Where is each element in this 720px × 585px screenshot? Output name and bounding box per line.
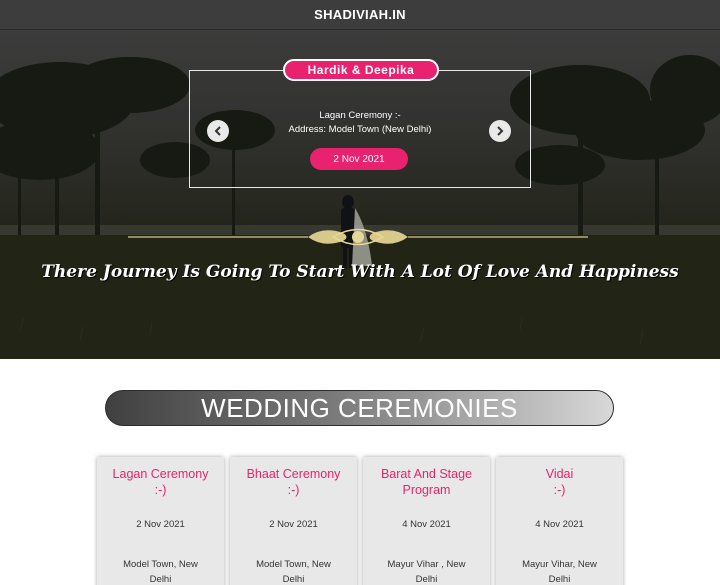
section-heading: WEDDING CEREMONIES [105,390,614,426]
ceremony-title: Vidai:-) [545,467,574,497]
ceremony-place: Model Town, New Delhi [123,559,198,585]
slide-date-button[interactable]: 2 Nov 2021 [310,148,408,170]
ceremony-date: 2 Nov 2021 [269,519,318,530]
slide-address: Address: Model Town (New Delhi) [288,124,432,135]
slider-prev-button[interactable] [207,120,229,142]
ceremony-card[interactable]: Vidai:-) 4 Nov 2021 Mayur Vihar, New Delh… [496,457,623,585]
ceremony-card[interactable]: Lagan Ceremony:-) 2 Nov 2021 Model Town,… [97,457,224,585]
slide-ceremony-label: Lagan Ceremony :- [319,110,401,121]
slider-next-button[interactable] [489,120,511,142]
ceremony-date: 4 Nov 2021 [402,519,451,530]
ceremony-date: 2 Nov 2021 [136,519,185,530]
ceremony-card[interactable]: Barat And Stage Program 4 Nov 2021 Mayur … [363,457,490,585]
hero-tagline: There Journey Is Going To Start With A L… [41,262,679,282]
ceremony-date: 4 Nov 2021 [535,519,584,530]
ceremony-place: Model Town, New Delhi [256,559,331,585]
top-navbar: SHADIVIAH.IN [0,0,720,30]
ceremony-title: Barat And Stage Program [380,467,473,497]
chevron-right-icon [497,126,504,136]
ceremony-place: Mayur Vihar , New Delhi [387,559,466,585]
ceremony-title: Lagan Ceremony:-) [112,467,209,497]
couple-name-badge: Hardik & Deepika [283,59,439,81]
ornament-divider-icon [128,228,588,246]
site-brand[interactable]: SHADIVIAH.IN [314,7,406,22]
ceremony-place: Mayur Vihar, New Delhi [522,559,597,585]
chevron-left-icon [214,126,221,136]
ceremony-title: Bhaat Ceremony:-) [246,467,341,497]
ceremony-card[interactable]: Bhaat Ceremony:-) 2 Nov 2021 Model Town,… [230,457,357,585]
